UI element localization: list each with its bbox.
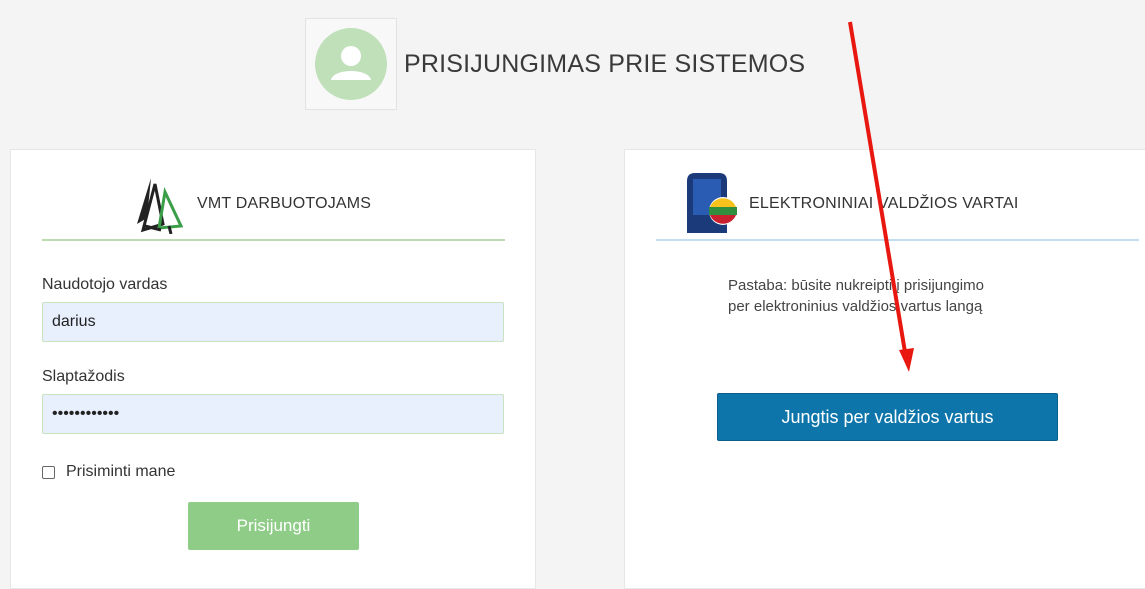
staff-login-header: VMT DARBUOTOJAMS <box>133 164 371 244</box>
remember-me-checkbox[interactable] <box>42 465 55 479</box>
government-gateway-logo <box>687 173 737 233</box>
divider <box>42 239 505 241</box>
redirect-note-line: Pastaba: būsite nukreipti į prisijungimo <box>728 277 984 294</box>
staff-login-title: VMT DARBUOTOJAMS <box>197 195 372 212</box>
password-label: Slaptažodis <box>42 368 125 385</box>
divider <box>656 239 1139 241</box>
gov-gateway-button[interactable]: Jungtis per valdžios vartus <box>717 393 1058 441</box>
avatar <box>305 18 397 110</box>
redirect-note: Pastaba: būsite nukreipti į prisijungimo… <box>728 275 1068 317</box>
gov-gateway-title: ELEKTRONINIAI VALDŽIOS VARTAI <box>749 195 1019 212</box>
page-header: PRISIJUNGIMAS PRIE SISTEMOS <box>305 18 805 110</box>
forest-trees-logo <box>137 178 184 234</box>
redirect-note-line: per elektroninius valdžios vartus langą <box>728 298 983 315</box>
password-input[interactable] <box>42 394 504 434</box>
username-input[interactable] <box>42 302 504 342</box>
remember-me[interactable]: Prisiminti mane <box>42 463 175 481</box>
username-label: Naudotojo vardas <box>42 276 168 293</box>
gov-gateway-header: ELEKTRONINIAI VALDŽIOS VARTAI <box>683 164 1019 244</box>
page-title: PRISIJUNGIMAS PRIE SISTEMOS <box>404 49 806 78</box>
gov-gateway-panel: ELEKTRONINIAI VALDŽIOS VARTAI Pastaba: b… <box>624 149 1145 589</box>
remember-me-label: Prisiminti mane <box>66 463 176 480</box>
staff-login-panel: VMT DARBUOTOJAMS Naudotojo vardas Slapta… <box>10 149 536 589</box>
login-button[interactable]: Prisijungti <box>188 502 359 550</box>
user-avatar-icon <box>315 28 387 100</box>
